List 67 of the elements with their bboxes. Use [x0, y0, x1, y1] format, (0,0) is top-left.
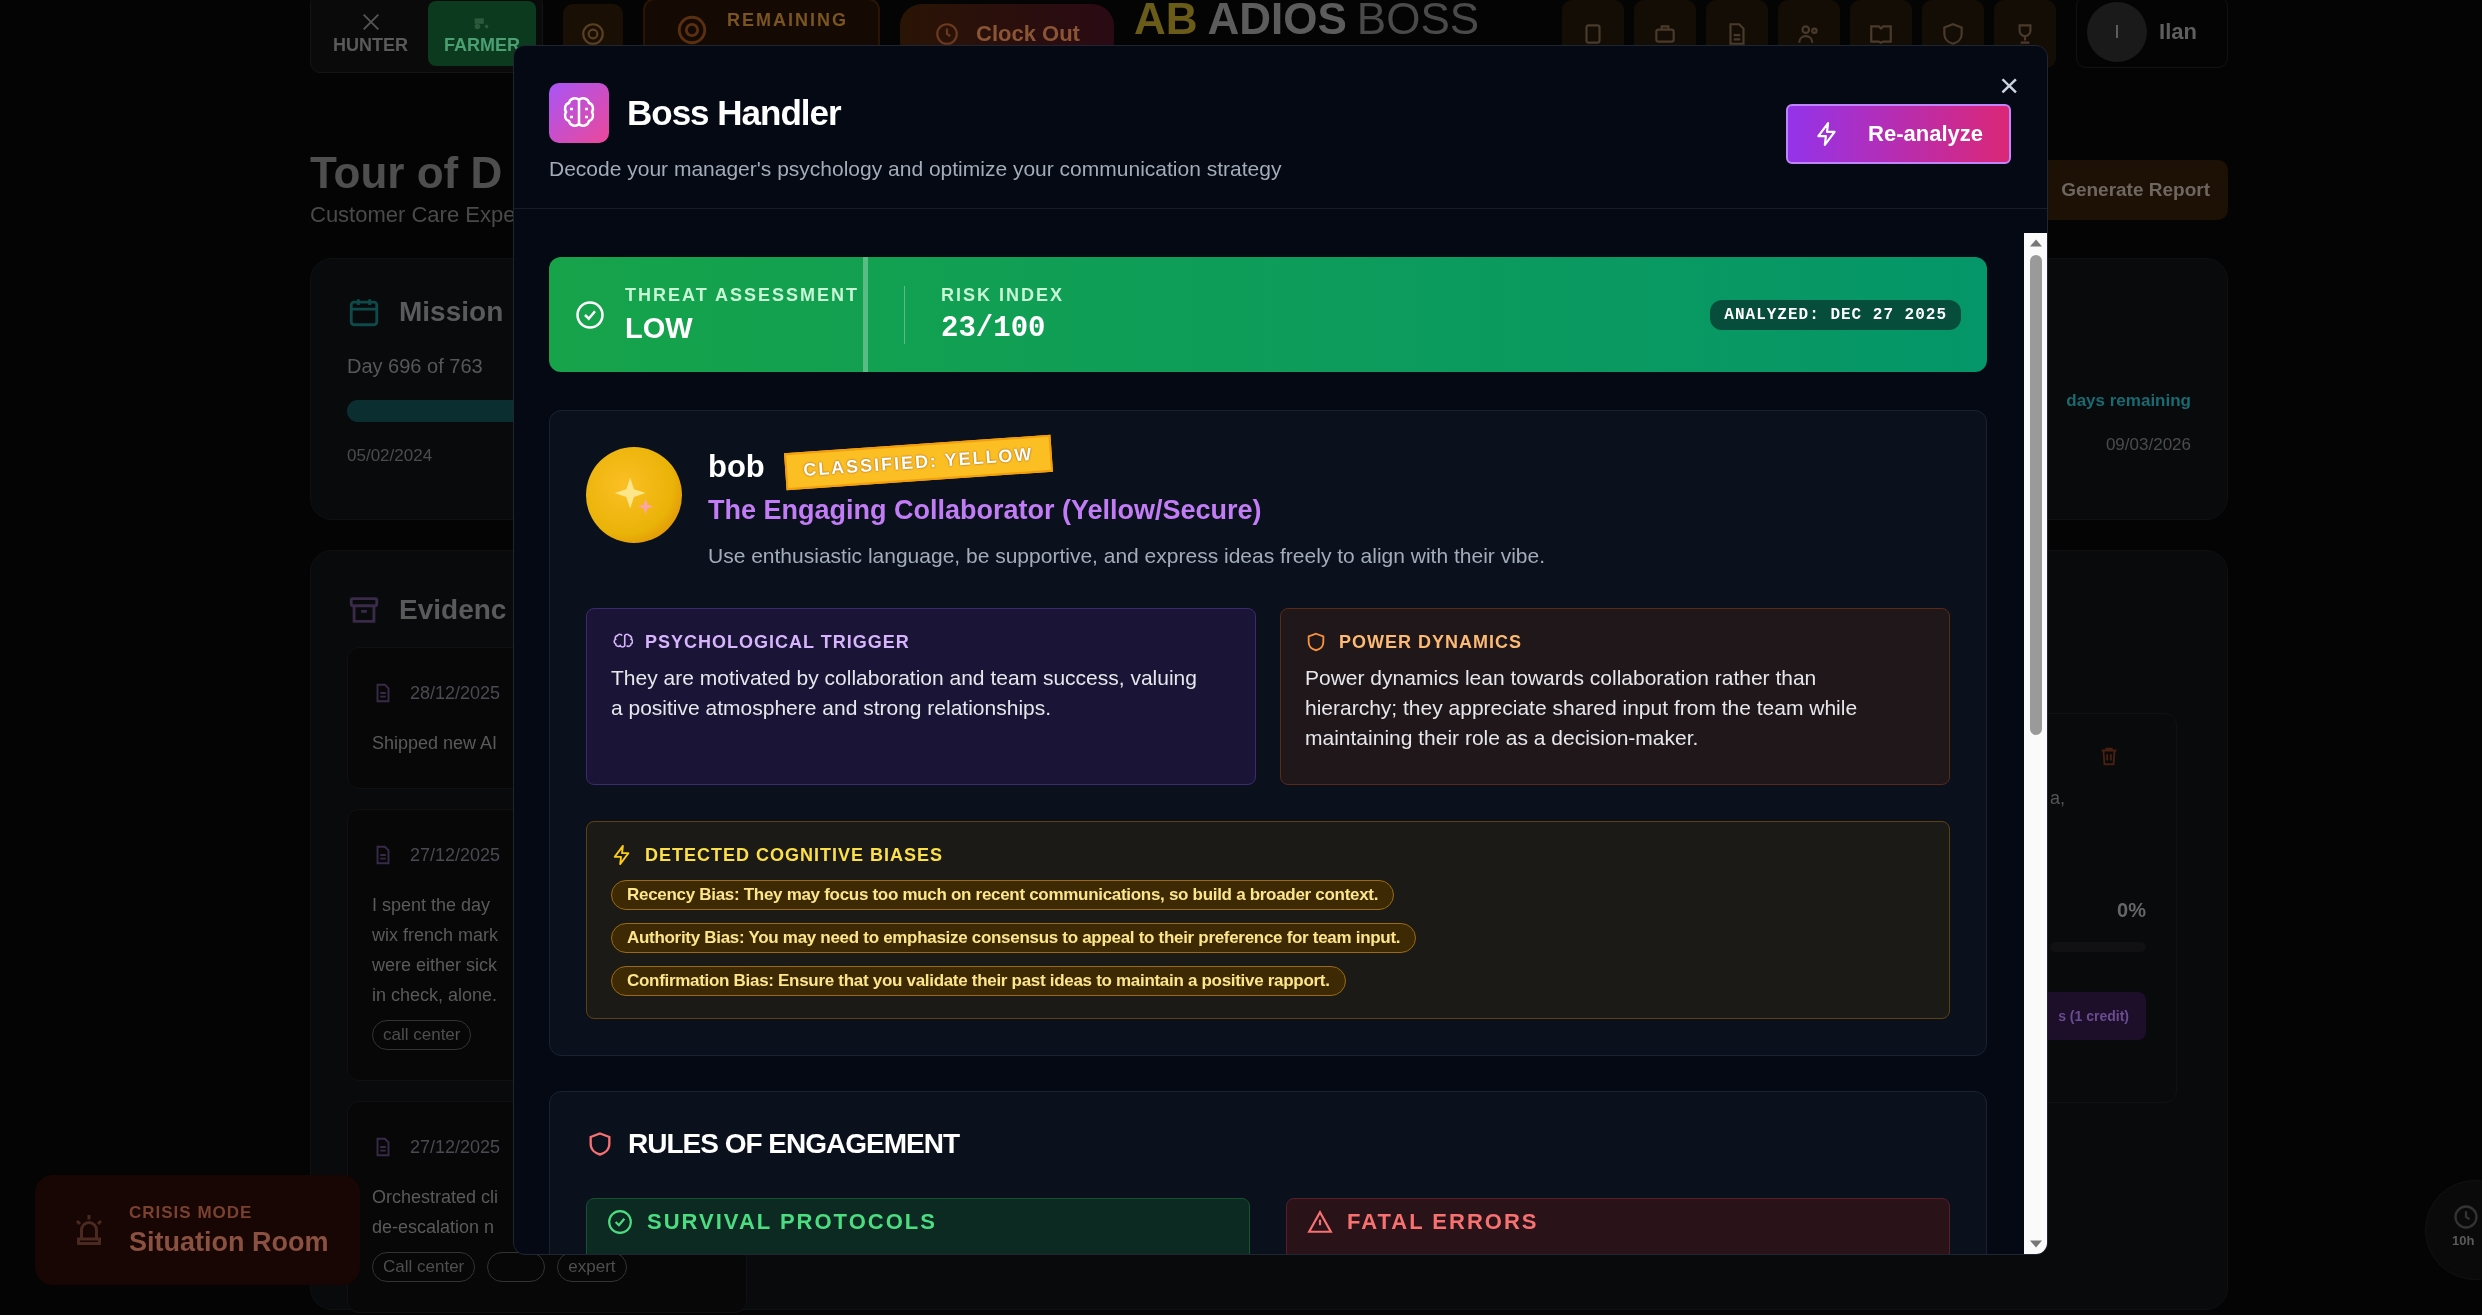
clock-icon [934, 21, 960, 47]
logo-text: BOSS [1356, 0, 1480, 44]
clock-icon [2452, 1203, 2480, 1231]
crisis-label: CRISIS MODE [129, 1202, 253, 1223]
card-title: Evidenc [399, 594, 507, 626]
reanalyze-button[interactable]: Re-analyze [1786, 104, 2011, 164]
insight-title: PSYCHOLOGICAL TRIGGER [645, 631, 910, 653]
user-card[interactable]: I Ilan [2076, 0, 2228, 68]
classification-badge: CLASSIFIED: YELLOW [783, 434, 1053, 490]
archetype-title: The Engaging Collaborator (Yellow/Secure) [708, 495, 1263, 526]
check-circle-icon [607, 1209, 633, 1235]
close-button[interactable]: × [1995, 68, 2023, 102]
dialog-subtitle: Decode your manager's psychology and optimize your communication strategy [549, 157, 1282, 181]
page-subtitle: Customer Care Expe [310, 202, 516, 228]
mode-tab[interactable]: FARMER [428, 1, 536, 66]
timer-text: 10h [2452, 1233, 2475, 1248]
crisis-title: Situation Room [129, 1226, 329, 1258]
bias-chip: Authority Bias: You may need to emphasize consensus to appeal to their preference for team input. [611, 923, 1417, 953]
days-remaining: days remaining [2066, 391, 2191, 411]
warning-icon [1307, 1209, 1333, 1235]
risk-value: 23/100 [941, 311, 1047, 345]
scroll-up-icon[interactable] [2029, 239, 2042, 247]
situation-room-button[interactable]: CRISIS MODE Situation Room [35, 1175, 360, 1285]
section-title: SURVIVAL PROTOCOLS [647, 1209, 937, 1235]
shield-icon [1305, 631, 1327, 653]
bias-chip: Confirmation Bias: Ensure that you validate their past ideas to maintain a positive rapport. [611, 966, 1346, 996]
entry-text: Shipped new AI [372, 732, 498, 755]
risk-label: RISK INDEX [941, 284, 1065, 306]
entry-date: 27/12/2025 [410, 844, 501, 866]
threat-level: LOW [625, 311, 694, 345]
insight-text: Power dynamics lean towards collaboration rather than hierarchy; they appreciate shared input from the team while maintaining their role as a decision-maker. [1305, 665, 1859, 751]
entry-date: 27/12/2025 [410, 1136, 501, 1158]
brain-icon [549, 83, 609, 143]
day-counter: Day 696 of 763 [347, 355, 484, 378]
card-text: a, [2050, 788, 2065, 809]
logo-mark: AB [1133, 0, 1198, 44]
scroll-down-icon[interactable] [2029, 1240, 2042, 1248]
biases-title: DETECTED COGNITIVE BIASES [645, 844, 944, 866]
check-circle-icon [575, 299, 605, 330]
threat-label: THREAT ASSESSMENT [625, 284, 859, 306]
card-title: Mission [399, 296, 504, 328]
page-title: Tour of D [310, 148, 504, 198]
bias-chip: Recency Bias: They may focus too much on recent communications, so build a broader context. [611, 880, 1395, 910]
analyzed-badge: ANALYZED: DEC 27 2025 [1710, 299, 1961, 330]
mode-tab[interactable]: HUNTER [317, 1, 424, 66]
timer-button[interactable]: 10h [2425, 1180, 2482, 1280]
scroll-thumb[interactable] [2029, 255, 2042, 735]
section-title: FATAL ERRORS [1347, 1209, 1539, 1235]
target-icon [580, 21, 606, 47]
insight-title: POWER DYNAMICS [1339, 631, 1522, 653]
entry-text: Orchestrated cli de-escalation n [372, 1186, 499, 1239]
end-date: 09/03/2026 [2105, 435, 2191, 455]
entry-text: I spent the day wix french mark were either sick in check, alone. [372, 894, 499, 1007]
percent-label: 0% [2117, 899, 2146, 922]
rules-title: RULES OF ENGAGEMENT [628, 1128, 959, 1160]
start-date: 05/02/2024 [347, 446, 434, 466]
insight-text: They are motivated by collaboration and team success, valuing a positive atmosphere and strong relationships. [611, 665, 1198, 721]
target-icon [675, 13, 709, 47]
scrollbar[interactable] [2024, 233, 2047, 1254]
boss-name: bob [708, 449, 765, 485]
dialog-title: Boss Handler [627, 93, 841, 133]
user-name: Ilan [2159, 19, 2197, 45]
logo-text: ADIOS [1207, 0, 1347, 44]
advice-text: Use enthusiastic language, be supportive, and express ideas freely to align with their vibe. [708, 544, 1545, 568]
remaining-label: REMAINING [727, 9, 848, 31]
entry-date: 28/12/2025 [410, 682, 501, 704]
user-avatar: I [2087, 2, 2148, 62]
